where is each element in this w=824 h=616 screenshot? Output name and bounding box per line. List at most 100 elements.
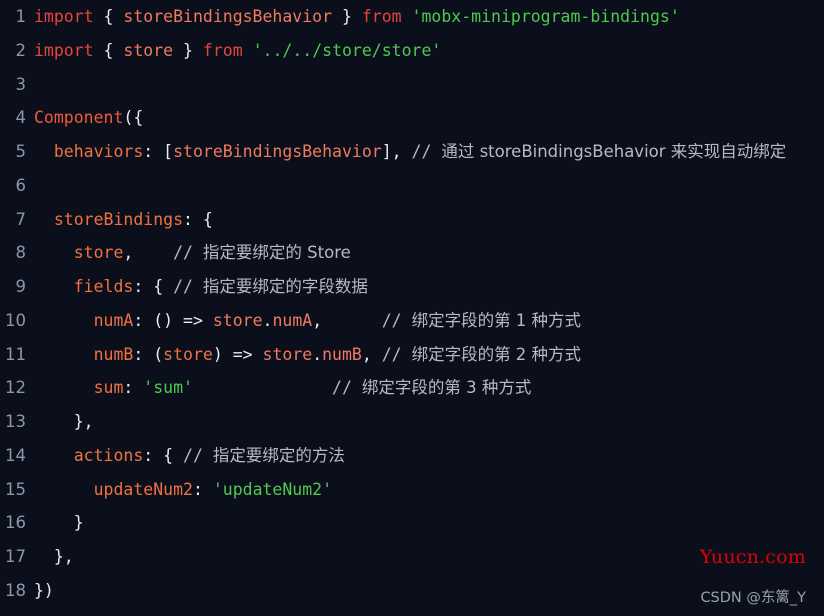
code-token: } (332, 7, 362, 26)
code-line[interactable]: 3 (0, 68, 824, 102)
code-token: actions (73, 445, 144, 465)
code-token: 指定要绑定的字段数据 (202, 277, 368, 297)
code-token: import (34, 40, 94, 60)
code-token: store (262, 344, 313, 364)
code-token: { (93, 7, 124, 26)
code-token: from (361, 7, 402, 26)
line-number: 16 (5, 513, 26, 533)
code-token: ], (381, 142, 412, 162)
code-token: 指定要绑定的 Store (202, 243, 351, 263)
code-token: 绑定字段的第 3 种方式 (361, 378, 532, 398)
code-token: . (312, 344, 323, 364)
code-token: // (173, 243, 203, 263)
line-number: 1 (15, 7, 27, 26)
line-number: 7 (15, 209, 27, 229)
code-line[interactable]: 14 actions: { // 指定要绑定的方法 (0, 439, 824, 473)
line-number: 13 (5, 412, 26, 432)
code-token: } (173, 40, 203, 60)
code-line-text: actions: { // 指定要绑定的方法 (34, 439, 345, 473)
code-token: 'updateNum2' (212, 479, 333, 499)
code-line-text: storeBindings: { (34, 203, 213, 237)
code-editor-content[interactable]: 1 import { storeBindingsBehavior } from '… (0, 0, 824, 616)
code-token: behaviors (53, 142, 144, 162)
code-token: 绑定字段的第 2 种方式 (411, 344, 582, 364)
code-token: store (123, 40, 174, 60)
code-line-text: fields: { // 指定要绑定的字段数据 (34, 270, 368, 304)
code-token: : { (183, 209, 213, 229)
code-token: , (361, 344, 382, 364)
code-token: import (34, 7, 94, 26)
code-token: } (34, 513, 84, 533)
code-line[interactable]: 11 numB: (store) => store.numB, // 绑定字段的… (0, 338, 824, 372)
code-line-text: }) (34, 574, 54, 608)
code-token: , (123, 243, 174, 263)
code-line[interactable]: 7 storeBindings: { (0, 203, 824, 237)
code-token: store (212, 310, 263, 330)
code-token: , (312, 310, 382, 330)
code-token: updateNum2 (93, 479, 193, 499)
line-number: 6 (15, 175, 27, 195)
code-token: 绑定字段的第 1 种方式 (411, 310, 582, 330)
code-line-text: import { storeBindingsBehavior } from 'm… (34, 0, 680, 34)
line-number: 5 (15, 142, 27, 162)
code-line[interactable]: 16 } (0, 506, 824, 540)
code-token: // (332, 378, 362, 398)
code-token: 'mobx-miniprogram-bindings' (411, 7, 680, 26)
code-token: : [ (143, 142, 174, 162)
code-line[interactable]: 5 behaviors: [storeBindingsBehavior], //… (0, 135, 824, 169)
code-token: }) (34, 581, 54, 601)
code-line-text: sum: 'sum' // 绑定字段的第 3 种方式 (34, 371, 532, 405)
line-number: 11 (5, 344, 26, 364)
code-line[interactable]: 15 updateNum2: 'updateNum2' (0, 473, 824, 507)
code-line-text: }, (34, 540, 74, 574)
code-token: storeBindings (53, 209, 184, 229)
code-token: // (381, 344, 412, 364)
code-line-text: behaviors: [storeBindingsBehavior], // 通… (34, 135, 786, 169)
code-line[interactable]: 9 fields: { // 指定要绑定的字段数据 (0, 270, 824, 304)
line-number: 8 (15, 243, 27, 263)
code-token: }, (34, 547, 74, 567)
code-token: 指定要绑定的方法 (212, 445, 345, 465)
line-number: 2 (15, 40, 27, 60)
code-line[interactable]: 8 store, // 指定要绑定的 Store (0, 236, 824, 270)
code-token: 'sum' (143, 378, 193, 398)
code-token: // (381, 310, 412, 330)
line-number: 9 (15, 277, 27, 297)
code-token: // (173, 277, 203, 297)
line-number: 4 (15, 108, 27, 128)
code-line[interactable]: 13 }, (0, 405, 824, 439)
code-token: : { (133, 277, 174, 297)
watermark-csdn-author: CSDN @东篱_Y (700, 590, 806, 606)
code-token: store (73, 243, 124, 263)
code-line[interactable]: 10 numA: () => store.numA, // 绑定字段的第 1 种… (0, 304, 824, 338)
code-token: : { (143, 445, 184, 465)
code-line[interactable]: 12 sum: 'sum' // 绑定字段的第 3 种方式 (0, 371, 824, 405)
code-line[interactable]: 2 import { store } from '../../store/stor… (0, 34, 824, 68)
line-number: 18 (5, 581, 26, 601)
code-line[interactable]: 6 (0, 169, 824, 203)
line-number: 10 (5, 310, 26, 330)
code-line-text: }, (34, 405, 94, 439)
code-token: '../../store/store' (252, 40, 442, 60)
code-token: 通过 storeBindingsBehavior 来实现自动绑定 (441, 142, 787, 162)
code-line[interactable]: 4 Component({ (0, 101, 824, 135)
code-line-text: Component({ (34, 101, 143, 135)
code-token: store (163, 344, 213, 364)
code-token: fields (73, 277, 134, 297)
code-line[interactable]: 1 import { storeBindingsBehavior } from '… (0, 0, 824, 34)
code-token: : (192, 479, 213, 499)
code-token: // (411, 142, 442, 162)
code-token: : () => (133, 310, 213, 330)
code-line-text: updateNum2: 'updateNum2' (34, 473, 332, 507)
